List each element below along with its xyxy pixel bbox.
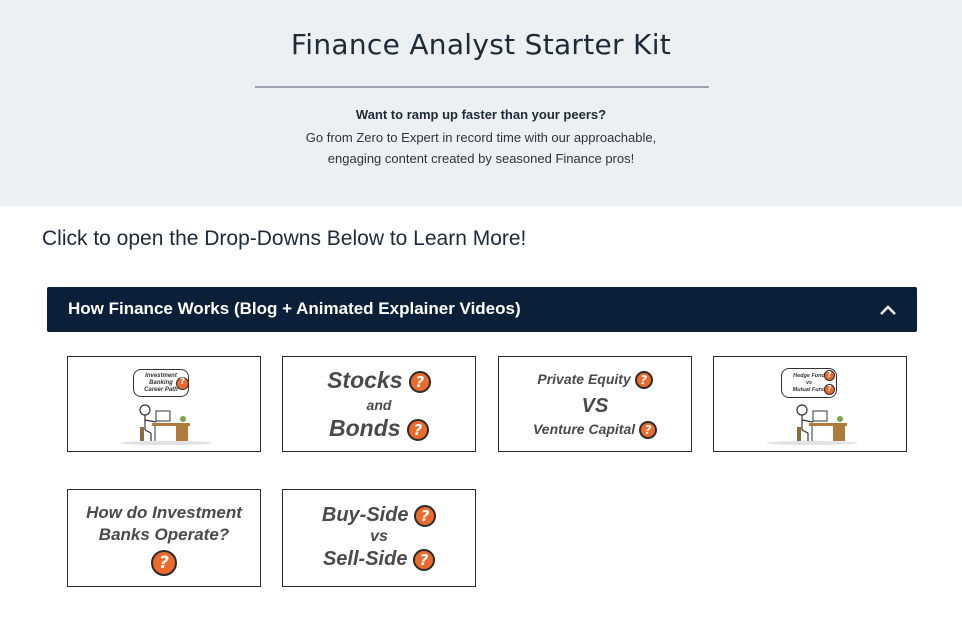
video-card-hedge-vs-mutual-fund[interactable]: Hedge Fund vs Mutual Fund ? ? — [713, 356, 907, 452]
hero-description-line: Go from Zero to Expert in record time wi… — [305, 130, 657, 145]
question-mark-icon: ? — [639, 421, 658, 440]
hero-banner: Finance Analyst Starter Kit Want to ramp… — [0, 0, 962, 206]
question-mark-icon: ? — [824, 370, 835, 381]
card-title-line: Banks Operate? — [98, 525, 230, 544]
hero-description: Go from Zero to Expert in record time wi… — [0, 127, 962, 169]
card-title-line: Stocks ? — [283, 367, 475, 394]
page-title: Finance Analyst Starter Kit — [290, 28, 672, 61]
question-mark-icon: ? — [406, 418, 429, 441]
card-title-line: Buy-Side ? — [283, 504, 475, 527]
accordion-title: How Finance Works (Blog + Animated Expla… — [68, 299, 521, 318]
question-mark-icon: ? — [413, 548, 436, 571]
card-title-line: Private Equity ? — [499, 371, 691, 390]
video-card-pe-vs-vc[interactable]: Private Equity ? VS Venture Capital ? — [498, 356, 692, 452]
card-title-text: Sell-Side — [322, 548, 408, 570]
card-title-line: VS — [581, 395, 609, 417]
card-title-text: Buy-Side — [321, 504, 409, 526]
card-title-line: How do Investment — [86, 503, 242, 522]
hero-lead: Want to ramp up faster than your peers? — [355, 107, 607, 122]
video-card-how-ib-operate[interactable]: How do Investment Banks Operate? ? — [67, 489, 261, 587]
card-title-line: Bonds ? — [283, 415, 475, 442]
question-mark-icon: ? — [634, 371, 653, 390]
card-title-line: vs — [370, 528, 388, 545]
question-mark-icon: ? — [151, 550, 177, 576]
instructions-heading: Click to open the Drop-Downs Below to Le… — [42, 227, 527, 250]
card-title-line: and — [366, 397, 392, 413]
analyst-at-desk-icon — [120, 404, 212, 445]
card-title-line: Venture Capital ? — [499, 421, 691, 440]
card-icon-row: ? — [68, 550, 260, 576]
card-title-text: Venture Capital — [532, 421, 636, 437]
question-mark-icon: ? — [824, 384, 835, 395]
video-card-ib-career-path[interactable]: Investment Banking Career Path ? — [67, 356, 261, 452]
question-mark-icon: ? — [414, 504, 437, 527]
video-card-buy-vs-sell-side[interactable]: Buy-Side ? vs Sell-Side ? — [282, 489, 476, 587]
title-divider — [255, 86, 709, 88]
card-title-text: Stocks — [327, 367, 403, 393]
video-card-stocks-and-bonds[interactable]: Stocks ? and Bonds ? — [282, 356, 476, 452]
card-title-text: Bonds — [329, 415, 401, 441]
card-title-line: Sell-Side ? — [283, 548, 475, 571]
accordion-how-finance-works[interactable]: How Finance Works (Blog + Animated Expla… — [47, 287, 917, 332]
card-title-text: Private Equity — [537, 371, 631, 387]
question-mark-icon: ? — [408, 370, 431, 393]
analyst-at-desk-icon — [766, 404, 858, 445]
chevron-up-icon[interactable] — [879, 304, 897, 316]
question-mark-icon: ? — [176, 377, 189, 390]
hero-description-line: engaging content created by seasoned Fin… — [327, 151, 635, 166]
